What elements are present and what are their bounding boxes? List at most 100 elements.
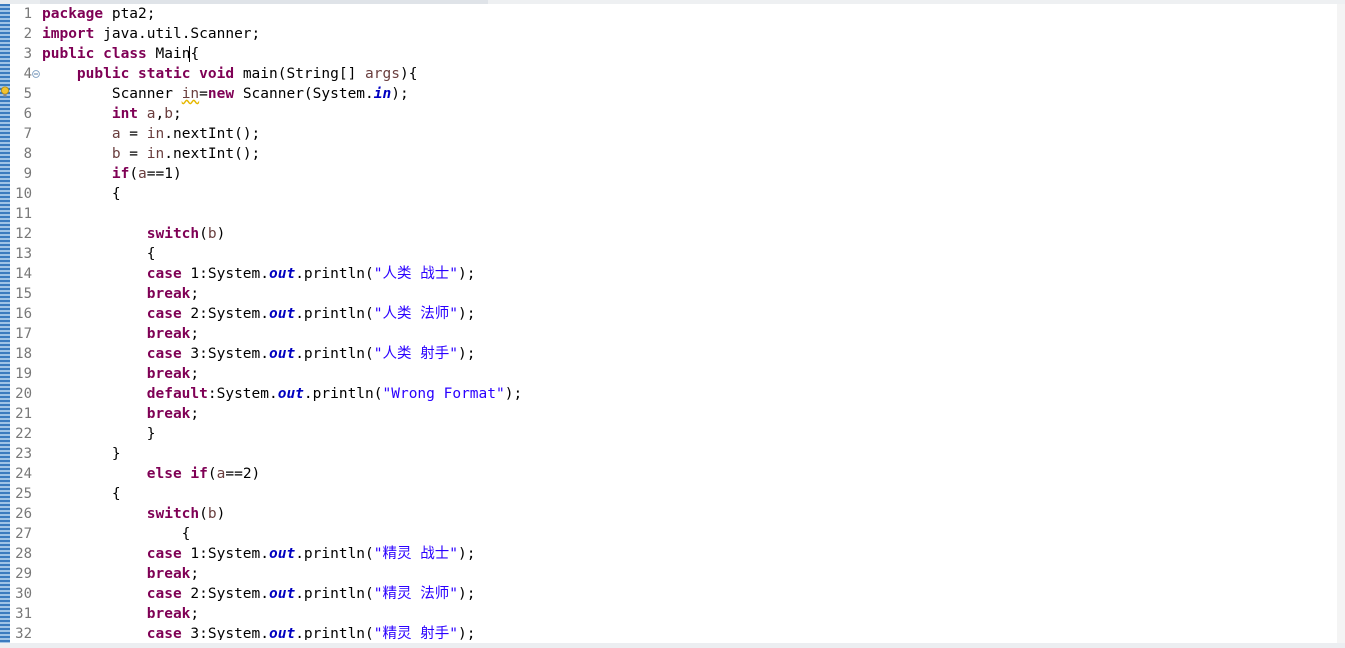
code-token: case (146, 266, 182, 282)
code-line[interactable]: { (42, 184, 121, 204)
code-token: = (120, 146, 147, 162)
line-number: 28 (15, 546, 32, 562)
code-token: ); (457, 266, 476, 282)
code-token: break (146, 286, 191, 302)
code-line[interactable]: break; (42, 364, 199, 384)
code-line[interactable]: } (42, 444, 121, 464)
code-line[interactable]: switch(b) (42, 504, 226, 524)
code-line[interactable]: break; (42, 324, 199, 344)
code-token: "Wrong Format" (382, 386, 505, 402)
line-number: 32 (15, 626, 32, 642)
code-token: default (146, 386, 208, 402)
code-token: } (42, 426, 156, 442)
code-token: :System. (207, 386, 278, 402)
line-number: 25 (15, 486, 32, 502)
code-token: b (111, 146, 121, 162)
code-line[interactable]: else if(a==2) (42, 464, 261, 484)
code-line[interactable]: case 1:System.out.println("精灵 战士"); (42, 544, 476, 564)
code-line[interactable]: default:System.out.println("Wrong Format… (42, 384, 522, 404)
code-line[interactable]: break; (42, 404, 199, 424)
overview-ruler[interactable] (1337, 4, 1345, 644)
code-line[interactable]: public class Main{ (42, 44, 199, 64)
line-number: 24 (15, 466, 32, 482)
warning-lightbulb-icon[interactable] (0, 86, 10, 98)
collapse-minus-icon[interactable] (32, 70, 40, 78)
code-token: ); (457, 546, 476, 562)
code-token: .println( (303, 386, 383, 402)
code-token: ( (207, 466, 217, 482)
code-line[interactable]: { (42, 244, 156, 264)
code-line[interactable]: case 1:System.out.println("人类 战士"); (42, 264, 476, 284)
code-line[interactable]: import java.util.Scanner; (42, 24, 260, 44)
code-line[interactable]: public static void main(String[] args){ (42, 64, 418, 84)
code-line[interactable]: case 3:System.out.println("人类 射手"); (42, 344, 476, 364)
code-token: public (42, 46, 95, 62)
line-number: 14 (15, 266, 32, 282)
line-number: 22 (15, 426, 32, 442)
code-line[interactable]: { (42, 484, 121, 504)
code-token: .println( (295, 546, 374, 562)
code-token: ); (391, 86, 409, 102)
line-number: 5 (23, 86, 32, 102)
code-token: if (190, 466, 208, 482)
code-token: ( (199, 226, 208, 242)
annotation-ruler[interactable] (0, 4, 10, 644)
code-token: if (111, 166, 130, 182)
horizontal-scrollbar[interactable] (0, 643, 1345, 648)
code-line[interactable]: break; (42, 604, 199, 624)
code-token: pta2; (103, 6, 156, 22)
code-line[interactable]: case 2:System.out.println("精灵 法师"); (42, 584, 476, 604)
code-token: .nextInt(); (164, 146, 261, 162)
code-token: static (138, 66, 191, 82)
code-token: b (164, 106, 173, 122)
line-number: 1 (23, 6, 32, 22)
code-token: 3:System. (181, 346, 269, 362)
code-line[interactable]: package pta2; (42, 4, 156, 24)
code-token: ){ (399, 66, 418, 82)
code-token: switch (146, 226, 200, 242)
line-number: 20 (15, 386, 32, 402)
code-line[interactable]: case 2:System.out.println("人类 法师"); (42, 304, 476, 324)
line-number: 10 (15, 186, 32, 202)
code-token: a (138, 166, 147, 182)
code-token: .println( (295, 306, 374, 322)
code-token: ) (216, 226, 226, 242)
code-token: { (42, 186, 121, 202)
code-editor[interactable]: package pta2; import java.util.Scanner; pu… (42, 4, 1337, 640)
code-token: { (190, 46, 200, 62)
code-line[interactable]: a = in.nextInt(); (42, 124, 260, 144)
code-line[interactable]: break; (42, 564, 199, 584)
code-line[interactable]: int a,b; (42, 104, 182, 124)
line-number: 6 (23, 106, 32, 122)
code-token: out (269, 306, 296, 322)
code-token: case (146, 586, 182, 602)
code-line[interactable]: case 3:System.out.println("精灵 射手"); (42, 624, 476, 640)
code-token: = (120, 126, 147, 142)
code-token: b (207, 506, 217, 522)
code-token: ; (190, 406, 200, 422)
code-token: "人类 法师" (373, 306, 458, 322)
code-token: ); (504, 386, 523, 402)
code-token: "精灵 法师" (373, 586, 458, 602)
code-line[interactable]: Scanner in=new Scanner(System.in); (42, 84, 409, 104)
code-line[interactable]: switch(b) (42, 224, 226, 244)
code-token: .println( (295, 626, 374, 640)
code-line[interactable]: { (42, 524, 191, 544)
code-token: , (155, 106, 165, 122)
code-token: ==1) (146, 166, 182, 182)
code-line[interactable]: } (42, 424, 156, 444)
code-line[interactable]: break; (42, 284, 199, 304)
code-token: "人类 战士" (373, 266, 458, 282)
code-line[interactable]: if(a==1) (42, 164, 182, 184)
code-line[interactable]: b = in.nextInt(); (42, 144, 260, 164)
code-token: args (365, 66, 400, 82)
